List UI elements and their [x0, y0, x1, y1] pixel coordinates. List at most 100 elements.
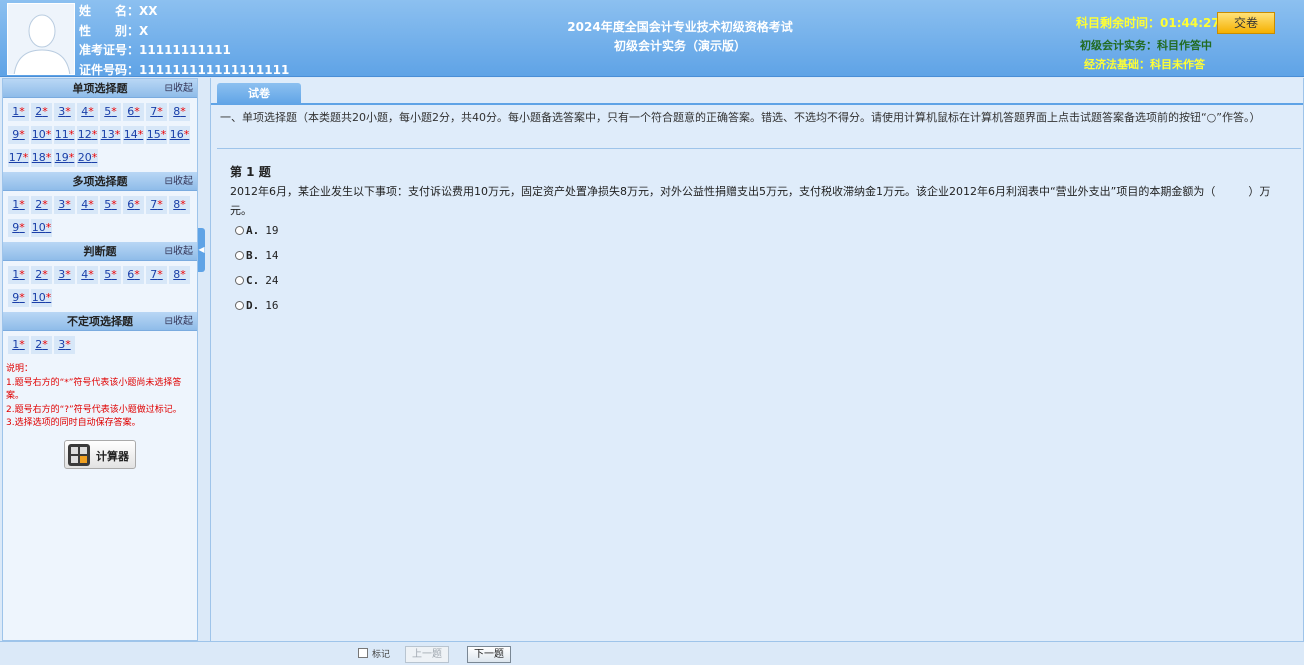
question-link[interactable]: 4* [77, 266, 98, 284]
sidebar-collapse-handle[interactable]: ◀ [198, 228, 205, 272]
unanswered-mark: * [114, 128, 121, 141]
question-link[interactable]: 2* [31, 336, 52, 354]
calculator-button[interactable]: 计算器 [64, 440, 136, 469]
question-link[interactable]: 10* [31, 219, 52, 237]
question-link[interactable]: 2* [31, 196, 52, 214]
option-key: C. [246, 274, 260, 287]
submit-exam-button[interactable]: 交卷 [1217, 12, 1275, 34]
question-link[interactable]: 3* [54, 103, 75, 121]
collapse-toggle[interactable]: ⊟收起 [165, 172, 193, 191]
calculator-label: 计算器 [96, 450, 129, 463]
question-link[interactable]: 4* [77, 196, 98, 214]
question-link[interactable]: 5* [100, 103, 121, 121]
unanswered-mark: * [111, 198, 117, 211]
question-link-number: 10 [31, 128, 46, 141]
option-b[interactable]: B. 14 [235, 249, 279, 262]
question-link[interactable]: 7* [146, 266, 167, 284]
question-link[interactable]: 10* [31, 126, 52, 144]
question-link[interactable]: 19* [54, 149, 75, 167]
question-text: 2012年6月，某企业发生以下事项：支付诉讼费用10万元，固定资产处置净损失8万… [230, 185, 1271, 217]
person-silhouette-icon [8, 4, 74, 74]
question-link[interactable]: 13* [100, 126, 121, 144]
unanswered-mark: * [19, 128, 25, 141]
question-link[interactable]: 4* [77, 103, 98, 121]
question-link[interactable]: 18* [31, 149, 52, 167]
question-link[interactable]: 6* [123, 266, 144, 284]
question-link-number: 10 [31, 291, 46, 304]
question-link[interactable]: 3* [54, 196, 75, 214]
radio-icon[interactable] [235, 251, 244, 260]
calculator-icon [68, 444, 90, 466]
question-link[interactable]: 2* [31, 103, 52, 121]
mark-question-toggle[interactable]: 标记 [358, 647, 390, 660]
question-link[interactable]: 16* [169, 126, 190, 144]
question-link[interactable]: 17* [8, 149, 29, 167]
unanswered-mark: * [19, 291, 25, 304]
collapse-toggle[interactable]: ⊟收起 [165, 312, 193, 331]
question-link[interactable]: 15* [146, 126, 167, 144]
question-link[interactable]: 8* [169, 266, 190, 284]
option-value: 16 [265, 299, 279, 312]
mark-checkbox[interactable] [358, 648, 368, 658]
question-link[interactable]: 3* [54, 266, 75, 284]
option-c[interactable]: C. 24 [235, 274, 279, 287]
question-link[interactable]: 6* [123, 103, 144, 121]
question-link[interactable]: 8* [169, 103, 190, 121]
question-link-number: 17 [8, 151, 23, 164]
id-number: 111111111111111111 [139, 62, 290, 77]
question-number: 第 1 题 [230, 165, 271, 179]
collapse-toggle[interactable]: ⊟收起 [165, 242, 193, 261]
question-link[interactable]: 9* [8, 219, 29, 237]
question-link[interactable]: 14* [123, 126, 144, 144]
unanswered-mark: * [88, 105, 94, 118]
candidate-photo [7, 3, 75, 75]
question-link[interactable]: 1* [8, 266, 29, 284]
option-value: 19 [265, 224, 279, 237]
question-link[interactable]: 1* [8, 336, 29, 354]
option-d[interactable]: D. 16 [235, 299, 279, 312]
question-link[interactable]: 7* [146, 196, 167, 214]
question-link-number: 18 [31, 151, 46, 164]
unanswered-mark: * [19, 268, 25, 281]
collapse-toggle[interactable]: ⊟收起 [165, 79, 193, 98]
unanswered-mark: * [134, 268, 140, 281]
question-link[interactable]: 10* [31, 289, 52, 307]
unanswered-mark: * [111, 105, 117, 118]
unanswered-mark: * [42, 338, 48, 351]
unanswered-mark: * [134, 198, 140, 211]
question-link[interactable]: 5* [100, 266, 121, 284]
option-a[interactable]: A. 19 [235, 224, 279, 237]
question-link[interactable]: 8* [169, 196, 190, 214]
next-question-button[interactable]: 下一题 [467, 646, 511, 663]
radio-icon[interactable] [235, 301, 244, 310]
section-header: 判断题 ⊟收起 [3, 242, 197, 261]
question-link[interactable]: 3* [54, 336, 75, 354]
tab-paper[interactable]: 试卷 [217, 83, 301, 105]
radio-icon[interactable] [235, 226, 244, 235]
question-link[interactable]: 9* [8, 289, 29, 307]
section-title: 单项选择题 [72, 82, 128, 95]
question-link[interactable]: 2* [31, 266, 52, 284]
question-link[interactable]: 11* [54, 126, 75, 144]
question-link-number: 13 [100, 128, 115, 141]
unanswered-mark: * [88, 198, 94, 211]
unanswered-mark: * [65, 105, 71, 118]
candidate-name: XX [139, 4, 158, 18]
question-link[interactable]: 7* [146, 103, 167, 121]
unanswered-mark: * [157, 268, 163, 281]
radio-icon[interactable] [235, 276, 244, 285]
question-link[interactable]: 6* [123, 196, 144, 214]
question-link[interactable]: 12* [77, 126, 98, 144]
question-link[interactable]: 9* [8, 126, 29, 144]
question-link[interactable]: 5* [100, 196, 121, 214]
question-link[interactable]: 1* [8, 196, 29, 214]
id-number-label: 证件号码： [79, 62, 140, 77]
question-link[interactable]: 20* [77, 149, 98, 167]
question-link[interactable]: 1* [8, 103, 29, 121]
previous-question-button[interactable]: 上一题 [405, 646, 449, 663]
option-key: A. [246, 224, 260, 237]
unanswered-mark: * [42, 198, 48, 211]
unanswered-mark: * [45, 291, 52, 304]
unanswered-mark: * [157, 105, 163, 118]
question-number-grid: 1* 2* 3* 4* 5* 6* 7* 8* 9* 10* [3, 261, 197, 312]
